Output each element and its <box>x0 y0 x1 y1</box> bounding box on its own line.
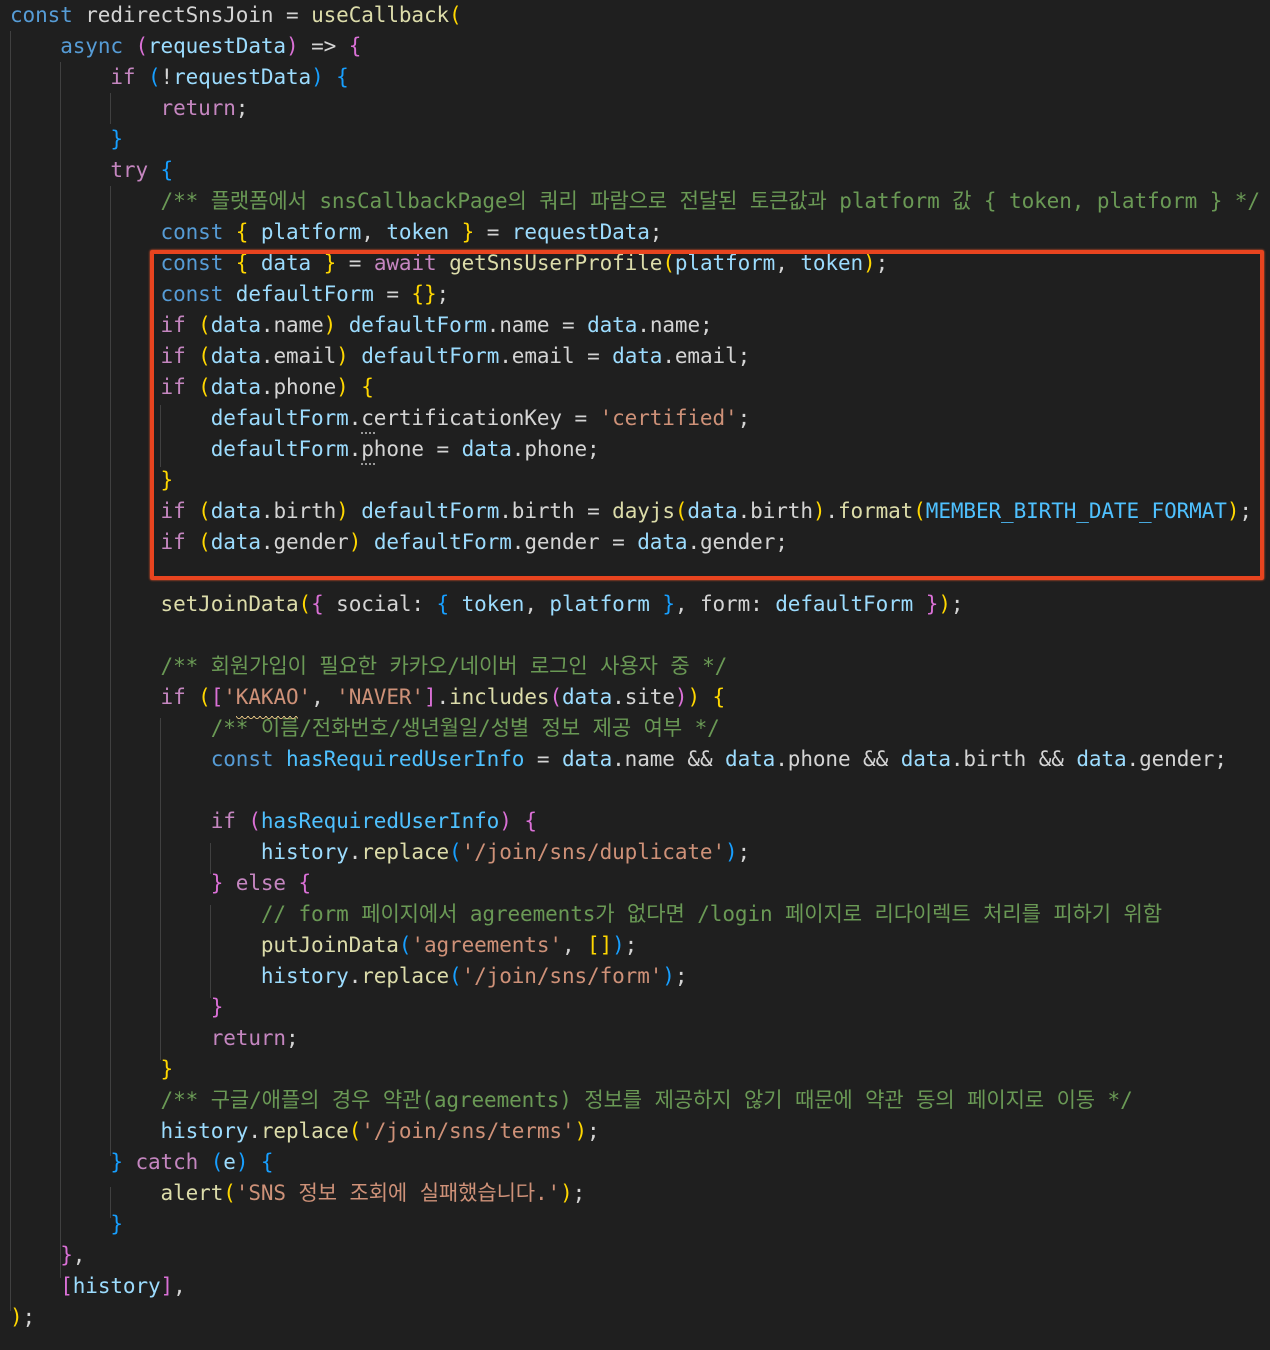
code-line: history.replace('/join/sns/duplicate'); <box>260 840 751 864</box>
code-line: if (hasRequiredUserInfo) { <box>210 809 537 833</box>
code-line: } else { <box>210 871 312 895</box>
code-editor[interactable]: const redirectSnsJoin = useCallback( asy… <box>0 0 1270 1350</box>
code-line: }, <box>60 1243 86 1267</box>
code-line: /** 플랫폼에서 snsCallbackPage의 쿼리 파람으로 전달된 토… <box>160 189 1260 213</box>
code-line: putJoinData('agreements', []); <box>260 933 638 957</box>
code-line: setJoinData({ social: { token, platform … <box>160 592 964 616</box>
code-line: // form 페이지에서 agreements가 없다면 /login 페이지… <box>260 902 1162 926</box>
code-line: } <box>210 995 224 1019</box>
code-line: /** 이름/전화번호/생년월일/성별 정보 제공 여부 */ <box>210 716 720 740</box>
code-line: [history], <box>60 1274 186 1298</box>
code-line: } <box>110 127 123 151</box>
code-line: history.replace('/join/sns/terms'); <box>160 1119 600 1143</box>
code-line: } <box>160 1057 174 1081</box>
code-line: if (['KAKAO', 'NAVER'].includes(data.sit… <box>160 685 726 709</box>
code-line: const hasRequiredUserInfo = data.name &&… <box>210 747 1227 771</box>
code-line: async (requestData) => { <box>60 34 362 58</box>
code-line: /** 회원가입이 필요한 카카오/네이버 로그인 사용자 중 */ <box>160 654 728 678</box>
code-line: /** 구글/애플의 경우 약관(agreements) 정보를 제공하지 않기… <box>160 1088 1133 1112</box>
code-line: return; <box>160 96 249 120</box>
code-line: alert('SNS 정보 조회에 실패했습니다.'); <box>160 1181 586 1205</box>
code-line: const redirectSnsJoin = useCallback( <box>10 3 462 27</box>
code-line: history.replace('/join/sns/form'); <box>260 964 688 988</box>
code-line: try { <box>110 158 174 182</box>
code-line: } <box>110 1212 123 1236</box>
code-line: return; <box>210 1026 299 1050</box>
code-line: const { platform, token } = requestData; <box>160 220 663 244</box>
code-line: } <box>160 468 174 492</box>
hint-dots <box>361 430 375 434</box>
hint-dots <box>361 461 375 465</box>
code-line: } catch (e) { <box>110 1150 274 1174</box>
code-line: ); <box>10 1305 36 1329</box>
spelling-squiggle <box>236 716 298 719</box>
code-line: if (!requestData) { <box>110 65 349 89</box>
highlight-box <box>150 250 1264 580</box>
